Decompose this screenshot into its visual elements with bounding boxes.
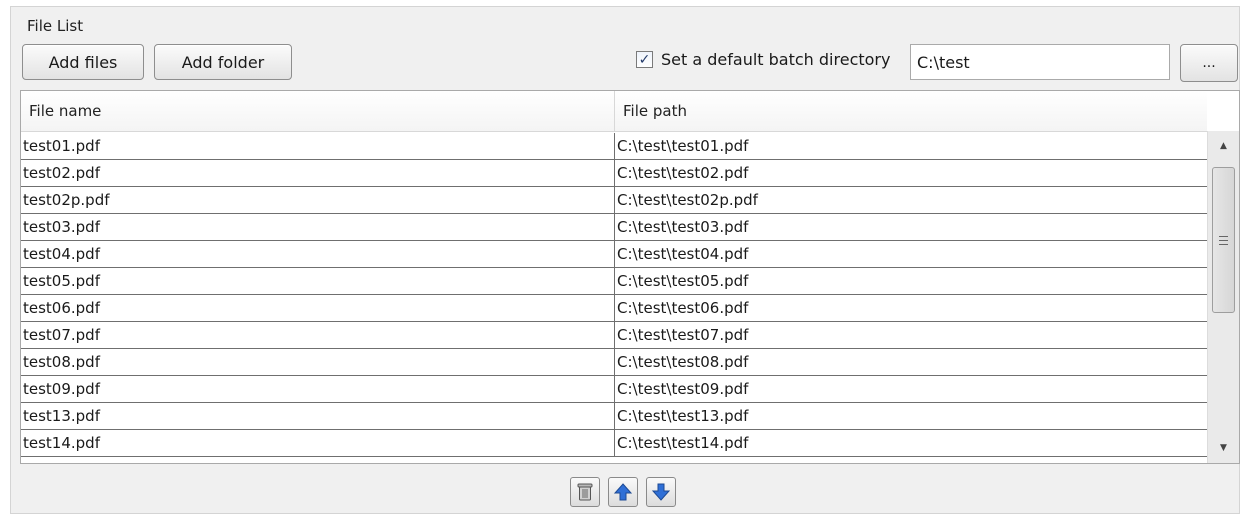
file-name-cell: test13.pdf bbox=[21, 403, 615, 429]
move-up-button[interactable] bbox=[608, 477, 638, 507]
checkmark-icon: ✓ bbox=[638, 51, 651, 68]
file-path-cell: C:\test\test07.pdf bbox=[617, 326, 749, 344]
file-name-cell: test04.pdf bbox=[21, 241, 615, 267]
file-name-cell: test09.pdf bbox=[21, 376, 615, 402]
file-path-cell: C:\test\test08.pdf bbox=[617, 353, 749, 371]
arrow-up-icon bbox=[613, 483, 633, 501]
add-files-button[interactable]: Add files bbox=[22, 44, 144, 80]
add-folder-button[interactable]: Add folder bbox=[154, 44, 292, 80]
table-row[interactable]: test02.pdf C:\test\test02.pdf bbox=[21, 160, 1207, 187]
table-row[interactable]: test04.pdf C:\test\test04.pdf bbox=[21, 241, 1207, 268]
default-dir-input[interactable] bbox=[910, 44, 1170, 80]
file-name-cell: test02p.pdf bbox=[21, 187, 615, 213]
file-path-cell: C:\test\test05.pdf bbox=[617, 272, 749, 290]
file-name-cell: test07.pdf bbox=[21, 322, 615, 348]
table-row[interactable]: test14.pdf C:\test\test14.pdf bbox=[21, 430, 1207, 457]
delete-button[interactable] bbox=[570, 477, 600, 507]
file-table: File name File path test01.pdf C:\test\te… bbox=[20, 90, 1240, 464]
file-name-cell: test02.pdf bbox=[21, 160, 615, 186]
group-title: File List bbox=[27, 17, 84, 35]
browse-button[interactable]: ... bbox=[1180, 44, 1238, 82]
table-row[interactable]: test09.pdf C:\test\test09.pdf bbox=[21, 376, 1207, 403]
grip-icon bbox=[1219, 235, 1228, 245]
table-row[interactable]: test08.pdf C:\test\test08.pdf bbox=[21, 349, 1207, 376]
file-path-cell: C:\test\test06.pdf bbox=[617, 299, 749, 317]
table-row[interactable]: test07.pdf C:\test\test07.pdf bbox=[21, 322, 1207, 349]
file-path-cell: C:\test\test02p.pdf bbox=[617, 191, 758, 209]
scroll-down-icon[interactable]: ▼ bbox=[1208, 437, 1239, 459]
file-path-cell: C:\test\test09.pdf bbox=[617, 380, 749, 398]
default-dir-label: Set a default batch directory bbox=[661, 50, 891, 69]
scroll-up-icon[interactable]: ▲ bbox=[1208, 135, 1239, 157]
table-header: File name File path bbox=[21, 91, 1207, 132]
table-row[interactable]: test01.pdf C:\test\test01.pdf bbox=[21, 133, 1207, 160]
file-path-cell: C:\test\test04.pdf bbox=[617, 245, 749, 263]
file-path-cell: C:\test\test01.pdf bbox=[617, 137, 749, 155]
move-down-button[interactable] bbox=[646, 477, 676, 507]
trash-icon bbox=[577, 483, 593, 501]
file-name-cell: test14.pdf bbox=[21, 430, 615, 456]
table-row[interactable]: test13.pdf C:\test\test13.pdf bbox=[21, 403, 1207, 430]
file-name-cell: test01.pdf bbox=[21, 133, 615, 159]
file-name-cell: test06.pdf bbox=[21, 295, 615, 321]
bottom-toolbar bbox=[570, 477, 676, 507]
table-row[interactable]: test06.pdf C:\test\test06.pdf bbox=[21, 295, 1207, 322]
default-dir-checkbox[interactable]: ✓ bbox=[636, 51, 653, 68]
file-path-cell: C:\test\test02.pdf bbox=[617, 164, 749, 182]
file-name-cell: test03.pdf bbox=[21, 214, 615, 240]
table-row[interactable]: test03.pdf C:\test\test03.pdf bbox=[21, 214, 1207, 241]
arrow-down-icon bbox=[651, 483, 671, 501]
file-name-cell: test05.pdf bbox=[21, 268, 615, 294]
table-row[interactable]: test05.pdf C:\test\test05.pdf bbox=[21, 268, 1207, 295]
table-row[interactable]: test02p.pdf C:\test\test02p.pdf bbox=[21, 187, 1207, 214]
file-path-cell: C:\test\test13.pdf bbox=[617, 407, 749, 425]
default-dir-option[interactable]: ✓ Set a default batch directory bbox=[636, 50, 890, 69]
file-path-cell: C:\test\test03.pdf bbox=[617, 218, 749, 236]
vertical-scrollbar[interactable]: ▲ ▼ bbox=[1207, 131, 1239, 463]
table-body: test01.pdf C:\test\test01.pdf test02.pdf C:… bbox=[21, 133, 1207, 457]
column-header-file-name[interactable]: File name bbox=[21, 91, 615, 131]
column-header-file-path[interactable]: File path bbox=[615, 91, 1207, 131]
file-path-cell: C:\test\test14.pdf bbox=[617, 434, 749, 452]
file-name-cell: test08.pdf bbox=[21, 349, 615, 375]
scroll-thumb[interactable] bbox=[1212, 167, 1235, 313]
